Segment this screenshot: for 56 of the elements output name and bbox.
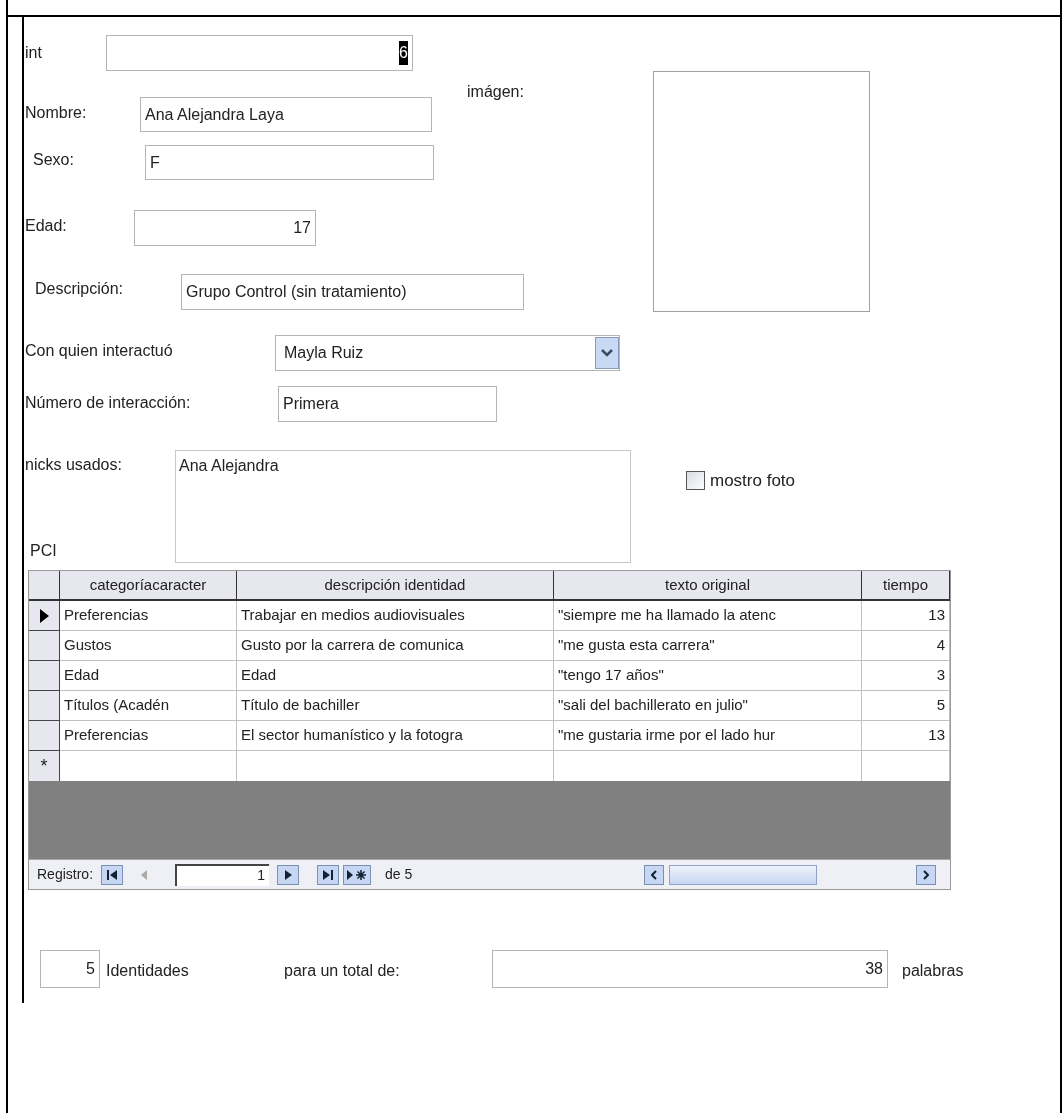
column-header[interactable]: descripción identidad <box>237 571 554 599</box>
last-record-button[interactable] <box>317 864 340 885</box>
text-area[interactable]: Ana Alejandra <box>175 450 631 563</box>
section-label: PCI <box>30 541 57 561</box>
last-record-icon <box>322 869 335 880</box>
column-header[interactable]: tiempo <box>862 571 950 599</box>
image-label: imágen: <box>467 82 524 102</box>
field-label: Descripción: <box>35 279 124 299</box>
checkbox-label[interactable]: mostro foto <box>710 468 796 494</box>
record-selector[interactable] <box>29 691 60 721</box>
field-label: Edad: <box>25 216 67 236</box>
chevron-down-icon <box>601 349 613 357</box>
record-selector[interactable] <box>29 721 60 751</box>
dropdown-button[interactable] <box>595 337 619 369</box>
record-selector[interactable] <box>29 631 60 661</box>
scroll-right-button[interactable] <box>916 864 936 885</box>
count-field[interactable]: 5 <box>40 950 100 988</box>
total-field[interactable]: 38 <box>492 950 888 988</box>
column-header[interactable]: categoríacaracter <box>60 571 237 599</box>
chevron-right-icon <box>923 869 929 880</box>
text-field[interactable]: Primera <box>278 386 497 422</box>
count-label: Identidades <box>106 961 189 981</box>
first-record-icon <box>106 869 119 880</box>
dropdown-field[interactable]: Mayla Ruiz <box>275 335 620 371</box>
record-number-field[interactable]: 1 <box>175 863 270 886</box>
text-field[interactable]: Ana Alejandra Laya <box>140 97 432 132</box>
triangle-left-icon <box>141 869 148 880</box>
checkbox[interactable] <box>686 471 705 491</box>
record-selector[interactable] <box>29 601 60 631</box>
field-label: Con quien interactuó <box>25 341 173 361</box>
navigation-label: Registro: <box>37 865 94 884</box>
unit-label: palabras <box>902 961 964 981</box>
field-label: Sexo: <box>33 150 74 170</box>
total-label: para un total de: <box>284 961 400 981</box>
text-field[interactable]: 6 <box>106 35 413 71</box>
current-record-icon <box>39 608 49 623</box>
new-record-button[interactable] <box>343 864 372 885</box>
field-label: nicks usados: <box>25 455 122 475</box>
chevron-left-icon <box>651 869 657 880</box>
horizontal-scrollbar[interactable] <box>644 864 936 885</box>
text-field[interactable]: F <box>145 145 434 180</box>
field-label: int <box>25 43 42 63</box>
next-record-button[interactable] <box>277 864 300 885</box>
scroll-thumb[interactable] <box>669 864 817 885</box>
new-record-icon <box>346 868 369 881</box>
field-label: Nombre: <box>25 103 87 123</box>
record-selector[interactable] <box>29 661 60 691</box>
text-field[interactable]: 17 <box>134 210 316 246</box>
new-record-marker: * <box>29 751 60 781</box>
first-record-button[interactable] <box>101 864 124 885</box>
column-header[interactable]: texto original <box>554 571 862 599</box>
text-field[interactable]: Grupo Control (sin tratamiento) <box>181 274 524 310</box>
field-label: Número de interacción: <box>25 393 191 413</box>
next-record-icon <box>284 869 293 880</box>
record-count: de 5 <box>385 865 413 884</box>
scroll-left-button[interactable] <box>644 864 664 885</box>
